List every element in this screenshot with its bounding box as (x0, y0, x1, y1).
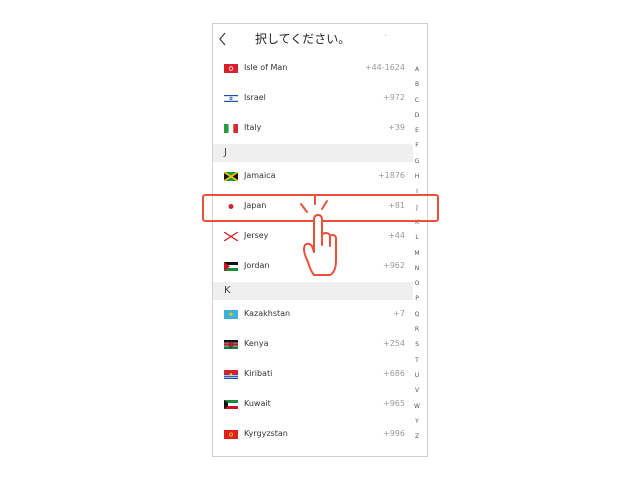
section-letter: K (224, 285, 231, 296)
country-name: Kyrgyzstan (244, 429, 288, 438)
phone-frame: 択してください。 · Isle of Man +44-1624 Israel +972… (212, 23, 428, 457)
page-title: 択してください。 (255, 32, 351, 46)
index-letter-c[interactable]: C (411, 93, 423, 108)
flag-kiribati-icon (224, 370, 238, 379)
index-letter-e[interactable]: E (411, 123, 423, 138)
country-row-kenya[interactable]: Kenya +254 (213, 330, 413, 360)
country-name: Jersey (244, 231, 269, 240)
index-letter-a[interactable]: A (411, 62, 423, 77)
dial-code: +965 (383, 399, 405, 408)
index-letter-m[interactable]: M (411, 246, 423, 261)
country-row-kyrgyzstan[interactable]: Kyrgyzstan +996 (213, 420, 413, 450)
dial-code: +7 (393, 309, 405, 318)
index-letter-g[interactable]: G (411, 154, 423, 169)
country-row-jordan[interactable]: Jordan +962 (213, 252, 413, 282)
index-letter-s[interactable]: S (411, 337, 423, 352)
index-letter-h[interactable]: H (411, 169, 423, 184)
flag-kyrgyzstan-icon (224, 430, 238, 439)
flag-jamaica-icon (224, 172, 238, 181)
country-row-israel[interactable]: Israel +972 (213, 84, 413, 114)
flag-italy-icon (224, 124, 238, 133)
section-letter: J (224, 147, 227, 158)
country-row-isle-of-man[interactable]: Isle of Man +44-1624 (213, 54, 413, 84)
country-list: Isle of Man +44-1624 Israel +972 Italy +39 J Ja… (213, 54, 413, 450)
index-letter-b[interactable]: B (411, 77, 423, 92)
index-letter-i[interactable]: I (411, 184, 423, 199)
index-letter-f[interactable]: F (411, 138, 423, 153)
country-row-italy[interactable]: Italy +39 (213, 114, 413, 144)
country-row-kiribati[interactable]: Kiribati +686 (213, 360, 413, 390)
index-letter-w[interactable]: W (411, 399, 423, 414)
country-row-jersey[interactable]: Jersey +44 (213, 222, 413, 252)
dial-code: +44 (388, 231, 405, 240)
country-row-jamaica[interactable]: Jamaica +1876 (213, 162, 413, 192)
index-letter-n[interactable]: N (411, 261, 423, 276)
flag-jersey-icon (224, 232, 238, 241)
country-name: Israel (244, 93, 266, 102)
country-name: Jamaica (244, 171, 276, 180)
country-row-kazakhstan[interactable]: Kazakhstan +7 (213, 300, 413, 330)
flag-kenya-icon (224, 340, 238, 349)
index-letter-y[interactable]: Y (411, 414, 423, 429)
country-row-japan[interactable]: Japan +81 (213, 192, 413, 222)
dial-code: +686 (383, 369, 405, 378)
country-name: Kiribati (244, 369, 273, 378)
index-letter-k[interactable]: K (411, 215, 423, 230)
index-letter-v[interactable]: V (411, 383, 423, 398)
country-name: Isle of Man (244, 63, 288, 72)
country-name: Kazakhstan (244, 309, 291, 318)
index-letter-r[interactable]: R (411, 322, 423, 337)
section-header-j: J (213, 144, 413, 162)
dial-code: +81 (388, 201, 405, 210)
index-letter-q[interactable]: Q (411, 307, 423, 322)
dial-code: +44-1624 (364, 63, 405, 72)
index-letter-p[interactable]: P (411, 291, 423, 306)
dial-code: +962 (383, 261, 405, 270)
flag-israel-icon (224, 94, 238, 103)
dial-code: +39 (388, 123, 405, 132)
index-letter-j[interactable]: J (411, 200, 423, 215)
country-name: Kuwait (244, 399, 271, 408)
dial-code: +972 (383, 93, 405, 102)
flag-isle-of-man-icon (224, 64, 238, 73)
index-letter-l[interactable]: L (411, 230, 423, 245)
flag-japan-icon (224, 202, 238, 211)
flag-kuwait-icon (224, 400, 238, 409)
country-name: Jordan (244, 261, 270, 270)
section-header-k: K (213, 282, 413, 300)
dial-code: +254 (383, 339, 405, 348)
flag-kazakhstan-icon (224, 310, 238, 319)
country-name: Japan (244, 201, 267, 210)
country-name: Kenya (244, 339, 269, 348)
country-name: Italy (244, 123, 262, 132)
flag-jordan-icon (224, 262, 238, 271)
index-letter-u[interactable]: U (411, 368, 423, 383)
chevron-left-icon[interactable] (217, 31, 231, 47)
country-row-kuwait[interactable]: Kuwait +965 (213, 390, 413, 420)
index-letter-o[interactable]: O (411, 276, 423, 291)
index-letter-t[interactable]: T (411, 353, 423, 368)
alphabet-index: ABCDEFGHIJKLMNOPQRSTUVWYZ (411, 62, 423, 444)
index-letter-d[interactable]: D (411, 108, 423, 123)
dial-code: +996 (383, 429, 405, 438)
header-dot: · (384, 31, 388, 42)
dial-code: +1876 (377, 171, 405, 180)
header: 択してください。 · (213, 24, 427, 54)
index-letter-z[interactable]: Z (411, 429, 423, 444)
